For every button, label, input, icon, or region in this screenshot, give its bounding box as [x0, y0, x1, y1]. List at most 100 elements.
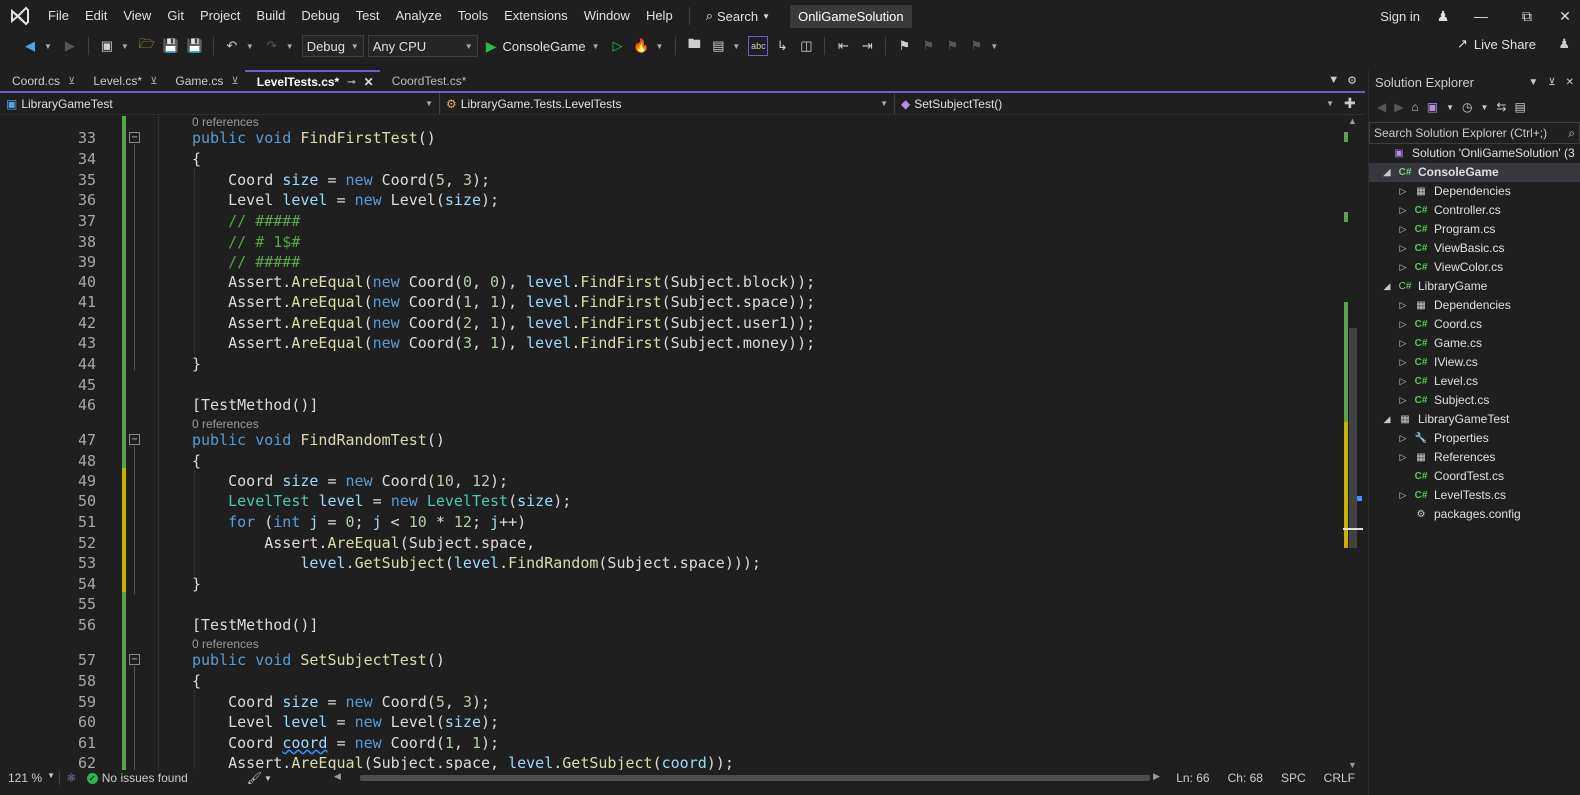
line-ending-indicator[interactable]: CRLF — [1324, 771, 1355, 785]
tree-item-properties[interactable]: ▷ 🔧 Properties — [1395, 429, 1489, 448]
tree-item-leveltests-cs[interactable]: ▷ C# LevelTests.cs — [1395, 486, 1507, 505]
new-project-icon[interactable]: ▣ — [97, 36, 117, 56]
indent-icon[interactable]: ⇥ — [857, 36, 877, 56]
close-window-button[interactable]: ✕ — [1550, 0, 1580, 32]
whitespace-indicator[interactable]: SPC — [1281, 771, 1306, 785]
scroll-right-icon[interactable]: ▶ — [1153, 771, 1160, 782]
sync-icon[interactable]: ⇆ — [1496, 100, 1506, 114]
undo-icon[interactable]: ↶ — [222, 36, 242, 56]
collapsed-icon[interactable]: ▷ — [1395, 334, 1411, 353]
sign-in-link[interactable]: Sign in — [1380, 9, 1420, 24]
step-into-icon[interactable]: ↳ — [772, 36, 792, 56]
pin-icon[interactable]: ⊸ — [347, 77, 355, 88]
collapsed-icon[interactable]: ▷ — [1395, 258, 1411, 277]
zoom-dropdown[interactable]: 121 % ▼ — [0, 771, 60, 785]
copilot-icon[interactable]: ⚛ — [60, 771, 77, 785]
tab-leveltests-cs[interactable]: LevelTests.cs* ⊸ ✕ — [244, 70, 380, 92]
collapsed-icon[interactable]: ▷ — [1395, 353, 1411, 372]
scroll-thumb[interactable] — [360, 775, 1150, 781]
menu-debug[interactable]: Debug — [293, 0, 347, 32]
menu-analyze[interactable]: Analyze — [387, 0, 449, 32]
tree-project-consolegame[interactable]: ◢ C# ConsoleGame — [1369, 163, 1580, 182]
tree-item-controller-cs[interactable]: ▷ C# Controller.cs — [1395, 201, 1501, 220]
code-editor[interactable]: − − − 0 references 33 public void FindFir… — [0, 116, 1341, 770]
line-indicator[interactable]: Ln: 66 — [1176, 771, 1209, 785]
collapsed-icon[interactable]: ▷ — [1395, 296, 1411, 315]
bookmark-icon[interactable]: ⚑ — [894, 36, 914, 56]
configuration-dropdown[interactable]: Debug ▼ — [301, 35, 364, 57]
collapsed-icon[interactable]: ▷ — [1395, 182, 1411, 201]
switch-views-icon[interactable]: ▣ — [1427, 100, 1438, 114]
collapsed-icon[interactable]: ▷ — [1395, 201, 1411, 220]
chevron-down-icon[interactable]: ▼ — [246, 42, 254, 51]
window-split-icon[interactable]: ◫ — [796, 36, 816, 56]
member-dropdown[interactable]: ◆ SetSubjectTest() ▼ — [895, 93, 1340, 115]
scroll-down-icon[interactable]: ▼ — [1348, 760, 1357, 770]
feedback-icon[interactable]: ♟ — [1558, 36, 1570, 52]
browse-folder-icon[interactable]: 🖿 — [684, 36, 704, 56]
search-menu-button[interactable]: ⌕ Search ▼ — [698, 8, 778, 24]
chevron-down-icon[interactable]: ▼ — [264, 774, 272, 783]
navigate-forward-icon[interactable]: ▶ — [60, 36, 80, 56]
tree-item-dependencies[interactable]: ▷ ▦ Dependencies — [1395, 182, 1511, 201]
tree-item-packages-config[interactable]: ⚙ packages.config — [1395, 505, 1521, 524]
tree-item-dependencies[interactable]: ▷ ▦ Dependencies — [1395, 296, 1511, 315]
menu-view[interactable]: View — [115, 0, 159, 32]
tree-item-viewcolor-cs[interactable]: ▷ C# ViewColor.cs — [1395, 258, 1504, 277]
chevron-down-icon[interactable]: ▼ — [1480, 103, 1488, 112]
issues-indicator[interactable]: ✓ No issues found — [77, 771, 247, 785]
collapsed-icon[interactable]: ▷ — [1395, 239, 1411, 258]
hot-reload-icon[interactable]: 🔥 — [632, 36, 652, 56]
collapsed-icon[interactable]: ▷ — [1395, 315, 1411, 334]
tab-coord-cs[interactable]: Coord.cs ⊻ — [0, 70, 81, 92]
tree-item-coord-cs[interactable]: ▷ C# Coord.cs — [1395, 315, 1483, 334]
tree-item-viewbasic-cs[interactable]: ▷ C# ViewBasic.cs — [1395, 239, 1505, 258]
chevron-down-icon[interactable]: ▼ — [1446, 103, 1454, 112]
redo-icon[interactable]: ↷ — [262, 36, 282, 56]
open-folder-icon[interactable]: 🗁 — [137, 36, 157, 56]
gear-icon[interactable]: ⚙ — [1347, 74, 1357, 87]
pin-icon[interactable]: ⊻ — [68, 76, 75, 87]
navigate-back-icon[interactable]: ◀ — [20, 36, 40, 56]
chevron-down-icon[interactable]: ▼ — [990, 42, 998, 51]
clear-bookmarks-icon[interactable]: ⚑ — [966, 36, 986, 56]
class-dropdown[interactable]: ⚙ LibraryGame.Tests.LevelTests ▼ — [440, 92, 895, 115]
split-editor-icon[interactable]: ✚ — [1344, 95, 1356, 112]
tree-item-iview-cs[interactable]: ▷ C# IView.cs — [1395, 353, 1478, 372]
pin-icon[interactable]: ⊻ — [231, 76, 238, 87]
expanded-icon[interactable]: ◢ — [1379, 163, 1395, 182]
visual-studio-logo-icon[interactable] — [0, 0, 40, 32]
tree-item-coordtest-cs[interactable]: C# CoordTest.cs — [1395, 467, 1504, 486]
collapsed-icon[interactable]: ▷ — [1395, 429, 1411, 448]
outdent-icon[interactable]: ⇤ — [833, 36, 853, 56]
tree-item-references[interactable]: ▷ ▦ References — [1395, 448, 1496, 467]
save-all-icon[interactable]: 💾 — [185, 36, 205, 56]
collapsed-icon[interactable]: ▷ — [1395, 372, 1411, 391]
collapse-all-icon[interactable]: ▤ — [1514, 100, 1525, 114]
tab-game-cs[interactable]: Game.cs ⊻ — [163, 70, 244, 92]
scroll-up-icon[interactable]: ▲ — [1348, 116, 1357, 126]
back-icon[interactable]: ◀ — [1377, 100, 1386, 114]
menu-build[interactable]: Build — [248, 0, 293, 32]
forward-icon[interactable]: ▶ — [1394, 100, 1403, 114]
solution-search-input[interactable]: Search Solution Explorer (Ctrl+;) ⌕ — [1369, 122, 1580, 144]
pin-icon[interactable]: ⊻ — [1548, 77, 1555, 88]
tree-solution[interactable]: ▣ Solution 'OnliGameSolution' (3 — [1373, 144, 1574, 163]
start-without-debugging-icon[interactable]: ▷ — [608, 36, 628, 56]
expanded-icon[interactable]: ◢ — [1379, 410, 1395, 429]
pin-icon[interactable]: ⊻ — [150, 76, 157, 87]
chevron-down-icon[interactable]: ▼ — [1528, 77, 1538, 88]
column-indicator[interactable]: Ch: 68 — [1228, 771, 1263, 785]
menu-extensions[interactable]: Extensions — [496, 0, 576, 32]
tree-project-librarygame[interactable]: ◢ C# LibraryGame — [1379, 277, 1488, 296]
tree-project-librarygametest[interactable]: ◢ ▦ LibraryGameTest — [1379, 410, 1510, 429]
home-icon[interactable]: ⌂ — [1411, 100, 1418, 114]
spell-check-icon[interactable]: abc — [748, 36, 769, 56]
close-icon[interactable]: ✕ — [1566, 77, 1574, 88]
close-tab-icon[interactable]: ✕ — [364, 75, 374, 89]
minimize-button[interactable]: — — [1458, 0, 1504, 32]
account-icon[interactable]: ♟ — [1428, 0, 1458, 32]
platform-dropdown[interactable]: Any CPU ▼ — [367, 35, 478, 57]
collapsed-icon[interactable]: ▷ — [1395, 448, 1411, 467]
menu-tools[interactable]: Tools — [450, 0, 496, 32]
